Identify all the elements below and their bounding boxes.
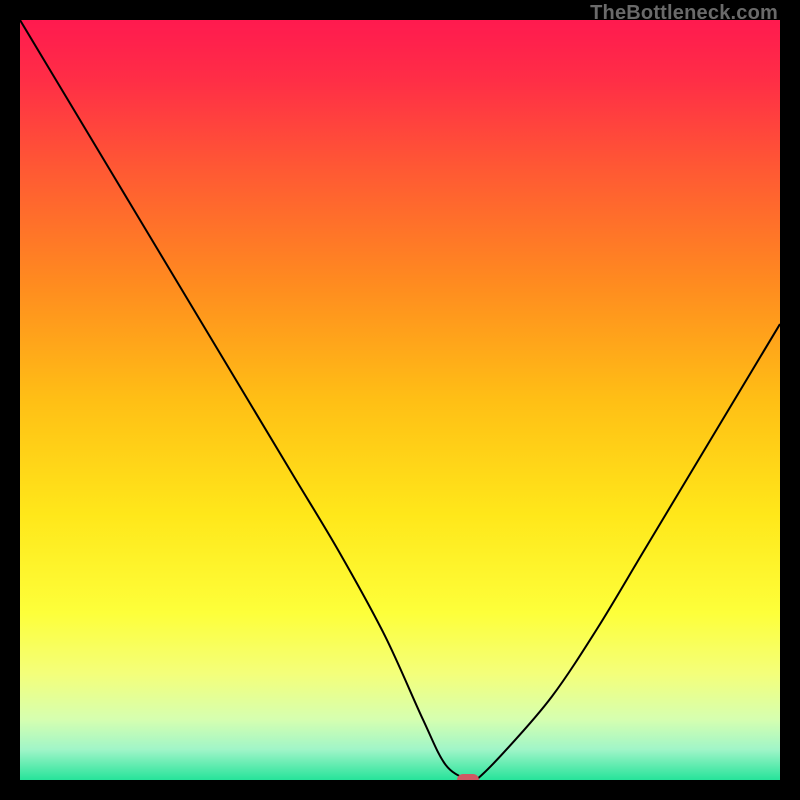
bottleneck-curve [20,20,780,780]
chart-frame: TheBottleneck.com [0,0,800,800]
plot-area [20,20,780,780]
optimal-point-marker [457,774,479,780]
